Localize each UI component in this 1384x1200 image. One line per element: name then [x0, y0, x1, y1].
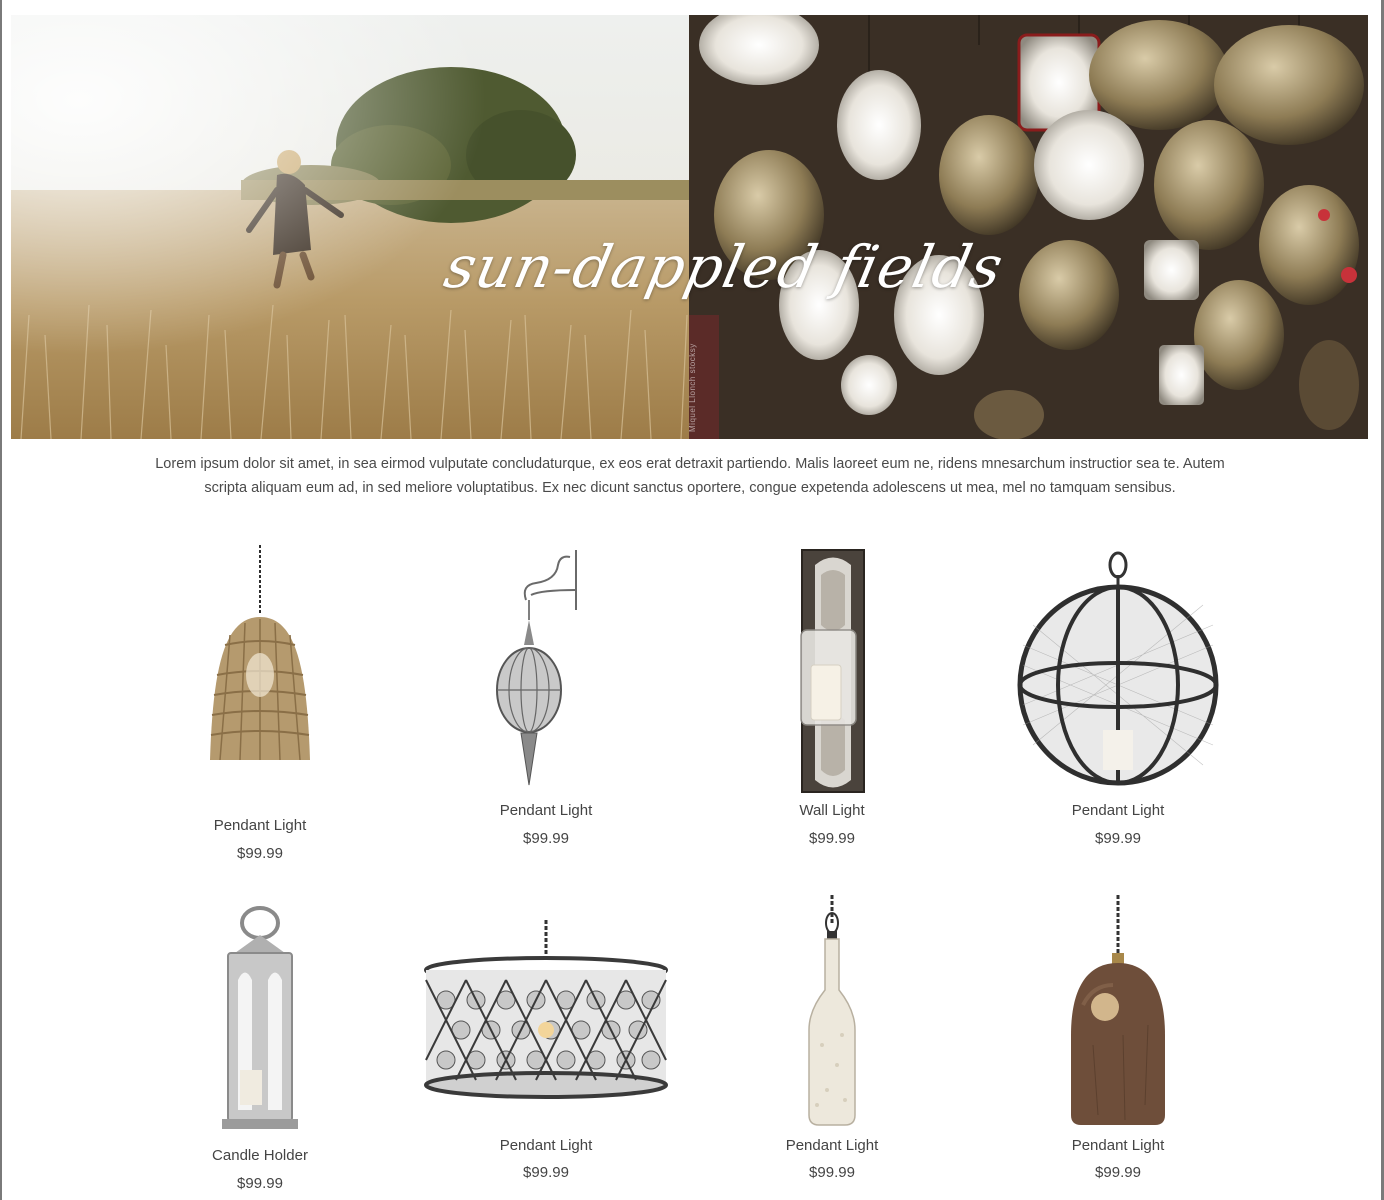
globe-cage-pendant-image[interactable] — [988, 545, 1248, 795]
wall-sconce-image[interactable] — [702, 545, 962, 795]
product-name[interactable]: Pendant Light — [416, 802, 676, 819]
hero-field-photo — [11, 15, 689, 439]
product-name[interactable]: Pendant Light — [702, 1137, 962, 1154]
product-price: $99.99 — [809, 1164, 855, 1181]
product-price: $99.99 — [237, 845, 283, 862]
hero-title: sun-dappled fields — [438, 233, 1010, 301]
hero-lanterns-photo — [689, 15, 1368, 439]
product-card[interactable]: Pendant Light $99.99 — [988, 895, 1248, 1190]
steel-lantern-image[interactable] — [130, 905, 390, 1133]
product-card[interactable]: Pendant Light $99.99 — [702, 895, 962, 1190]
product-name[interactable]: Pendant Light — [416, 1137, 676, 1154]
product-card[interactable]: Pendant Light $99.99 — [416, 920, 676, 1190]
product-name[interactable]: Pendant Light — [130, 817, 390, 834]
product-price: $99.99 — [1095, 830, 1141, 847]
product-card[interactable]: Wall Light $99.99 — [702, 545, 962, 855]
photo-credit: Miquel Llonch stocksy — [688, 343, 697, 432]
product-name[interactable]: Pendant Light — [988, 802, 1248, 819]
product-card[interactable]: Candle Holder $99.99 — [130, 905, 390, 1195]
intro-paragraph: Lorem ipsum dolor sit amet, in sea eirmo… — [155, 456, 1225, 496]
product-name[interactable]: Pendant Light — [988, 1137, 1248, 1154]
glass-bottle-pendant-image[interactable] — [702, 895, 962, 1127]
product-price: $99.99 — [523, 830, 569, 847]
bronze-dome-pendant-image[interactable] — [988, 895, 1248, 1127]
window-frame-left — [0, 0, 2, 1200]
product-name[interactable]: Wall Light — [702, 802, 962, 819]
rattan-pendant-light-image[interactable] — [130, 545, 390, 770]
crystal-drum-chandelier-image[interactable] — [416, 920, 676, 1100]
product-price: $99.99 — [237, 1175, 283, 1192]
product-card[interactable]: Pendant Light $99.99 — [416, 545, 676, 855]
product-price: $99.99 — [1095, 1164, 1141, 1181]
product-price: $99.99 — [523, 1164, 569, 1181]
moroccan-hanging-lantern-image[interactable] — [416, 545, 676, 795]
product-card[interactable]: Pendant Light $99.99 — [988, 545, 1248, 855]
product-price: $99.99 — [809, 830, 855, 847]
product-card[interactable]: Pendant Light $99.99 — [130, 545, 390, 875]
product-name[interactable]: Candle Holder — [130, 1147, 390, 1164]
